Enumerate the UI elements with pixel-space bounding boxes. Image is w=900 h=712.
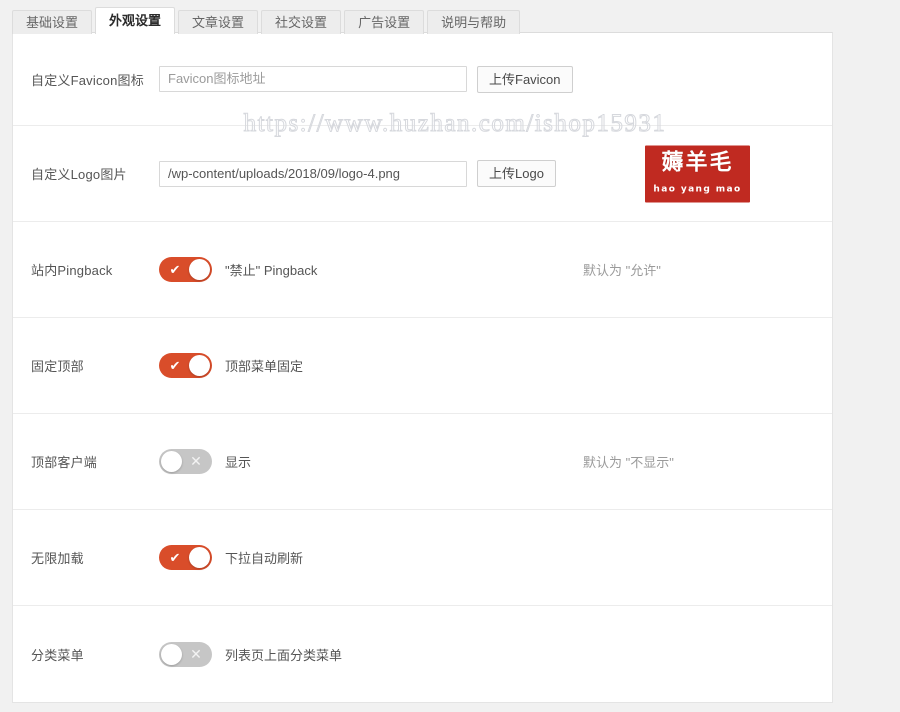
appearance-settings-panel: 自定义Favicon图标 上传Favicon 自定义Logo图片 上传Logo … (12, 32, 833, 703)
sticky-top-field-group: ✔ 顶部菜单固定 (159, 353, 832, 378)
tab-article-settings[interactable]: 文章设置 (178, 10, 259, 34)
pingback-label: 站内Pingback (31, 263, 113, 278)
check-icon: ✔ (169, 262, 181, 277)
cross-icon: ✕ (190, 453, 202, 469)
pingback-switch-text: "禁止" Pingback (225, 263, 318, 278)
favicon-label: 自定义Favicon图标 (31, 72, 144, 88)
check-icon: ✔ (169, 358, 181, 373)
pingback-default-note: 默认为 "允许" (583, 263, 661, 278)
top-client-switch-text: 显示 (225, 455, 252, 470)
toggle-knob (189, 547, 210, 568)
top-client-toggle-switch[interactable]: ✕ (159, 449, 212, 474)
toggle-knob (189, 259, 210, 280)
sticky-top-switch-text: 顶部菜单固定 (225, 359, 304, 374)
setting-row-infinite-scroll: 无限加载 ✔ 下拉自动刷新 (13, 510, 832, 606)
upload-logo-button[interactable]: 上传Logo (477, 160, 556, 187)
infinite-scroll-switch-text: 下拉自动刷新 (225, 551, 304, 566)
sticky-top-label: 固定顶部 (31, 359, 84, 374)
category-menu-toggle-switch[interactable]: ✕ (159, 641, 212, 667)
tab-appearance-settings[interactable]: 外观设置 (95, 7, 176, 34)
setting-row-logo: 自定义Logo图片 上传Logo 薅羊毛 hao yang mao (13, 126, 832, 222)
infinite-scroll-toggle-switch[interactable]: ✔ (159, 545, 212, 570)
tab-social-settings[interactable]: 社交设置 (261, 10, 342, 34)
setting-row-top-client: 顶部客户端 ✕ 显示 默认为 "不显示" (13, 414, 832, 510)
logo-preview-image: 薅羊毛 hao yang mao (645, 145, 750, 202)
tab-ad-settings[interactable]: 广告设置 (344, 10, 425, 34)
pingback-toggle-switch[interactable]: ✔ (159, 257, 212, 282)
toggle-knob (161, 643, 182, 665)
cross-icon: ✕ (190, 645, 202, 662)
check-icon: ✔ (169, 550, 181, 565)
top-client-default-note: 默认为 "不显示" (583, 455, 674, 470)
category-menu-switch-text: 列表页上面分类菜单 (225, 647, 343, 663)
setting-row-favicon: 自定义Favicon图标 上传Favicon (13, 33, 832, 126)
logo-pinyin-text: hao yang mao (653, 184, 742, 194)
toggle-knob (189, 355, 210, 376)
settings-tab-bar: 基础设置 外观设置 文章设置 社交设置 广告设置 说明与帮助 (12, 5, 523, 34)
infinite-scroll-label: 无限加载 (31, 551, 84, 566)
toggle-knob (161, 451, 182, 472)
setting-row-category-menu: 分类菜单 ✕ 列表页上面分类菜单 (13, 606, 832, 702)
setting-row-pingback: 站内Pingback ✔ "禁止" Pingback 默认为 "允许" (13, 222, 832, 318)
favicon-field-group: 上传Favicon (159, 65, 832, 93)
setting-row-sticky-top: 固定顶部 ✔ 顶部菜单固定 (13, 318, 832, 414)
top-client-field-group: ✕ 显示 默认为 "不显示" (159, 449, 832, 474)
tab-basic-settings[interactable]: 基础设置 (12, 10, 93, 34)
tab-help-and-docs[interactable]: 说明与帮助 (427, 10, 521, 34)
sticky-top-toggle-switch[interactable]: ✔ (159, 353, 212, 378)
logo-url-input[interactable] (159, 160, 467, 187)
infinite-scroll-field-group: ✔ 下拉自动刷新 (159, 545, 832, 570)
logo-label: 自定义Logo图片 (31, 167, 127, 182)
logo-field-group: 上传Logo 薅羊毛 hao yang mao (159, 145, 832, 202)
category-menu-field-group: ✕ 列表页上面分类菜单 (159, 641, 832, 667)
upload-favicon-button[interactable]: 上传Favicon (477, 65, 573, 93)
category-menu-label: 分类菜单 (31, 647, 84, 663)
favicon-url-input[interactable] (159, 66, 467, 92)
pingback-field-group: ✔ "禁止" Pingback 默认为 "允许" (159, 257, 832, 282)
logo-chinese-text: 薅羊毛 (661, 150, 734, 175)
top-client-label: 顶部客户端 (31, 455, 98, 470)
